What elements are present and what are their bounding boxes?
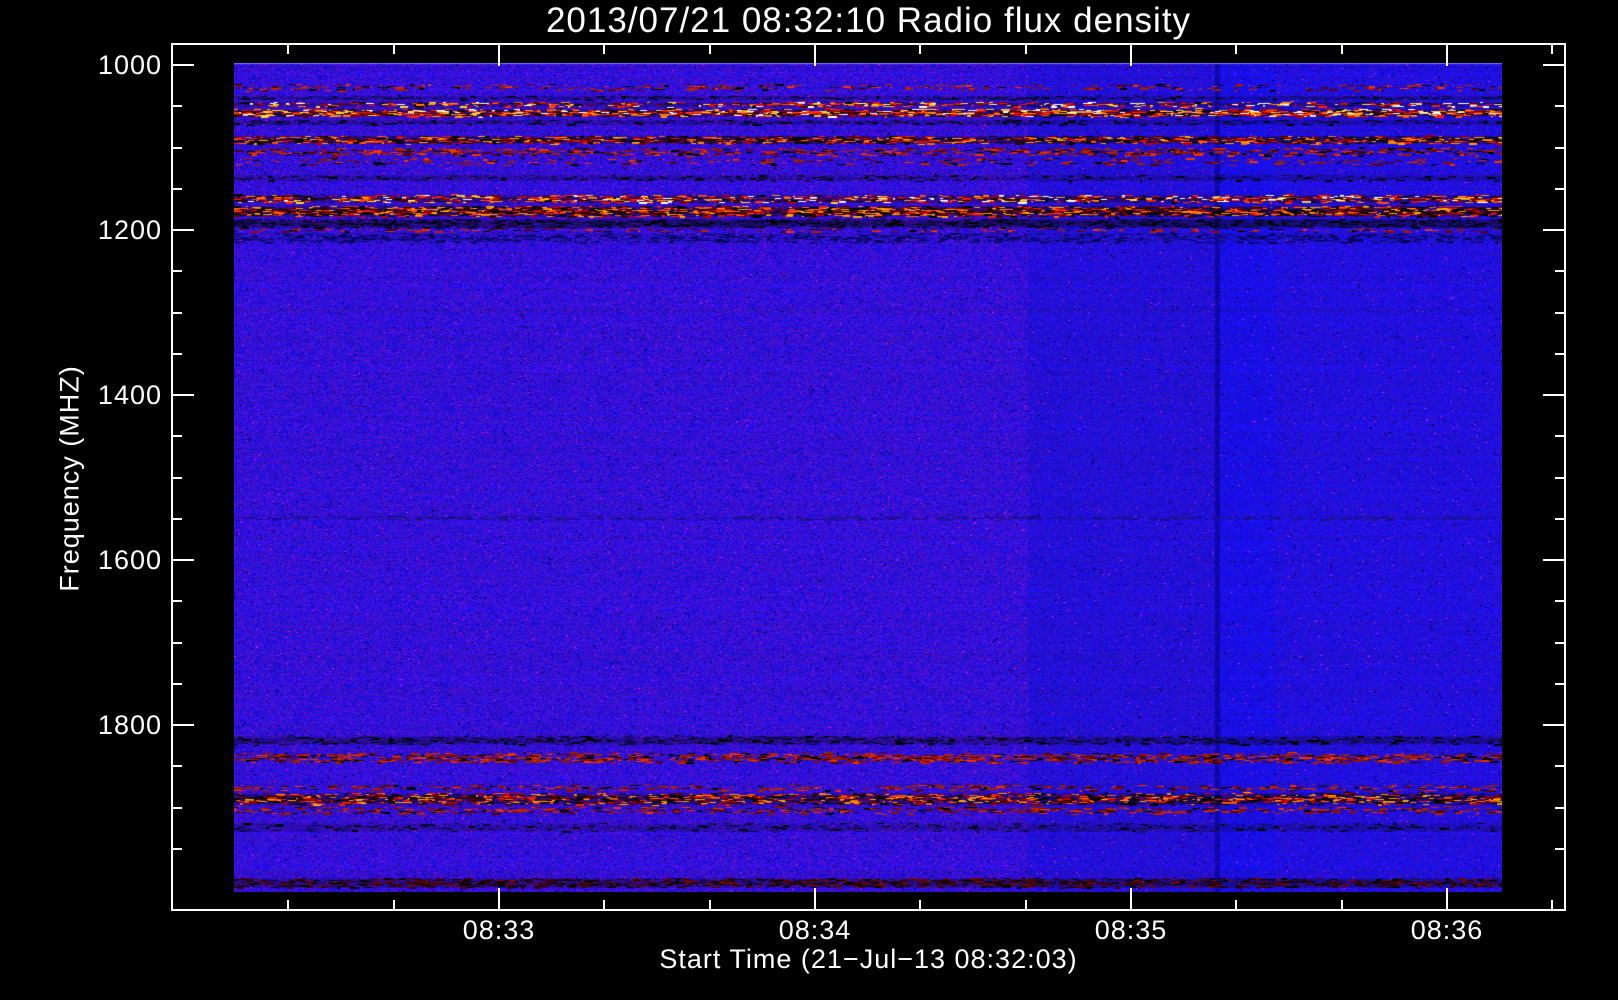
radio-spectrogram-figure: 2013/07/21 08:32:10 Radio flux density 0…	[0, 0, 1618, 1000]
y-minor-tick-right	[1555, 806, 1566, 809]
y-minor-tick	[171, 311, 182, 314]
y-major-tick	[171, 724, 194, 726]
x-minor-tick	[287, 900, 290, 911]
y-minor-tick-right	[1555, 270, 1566, 273]
x-minor-tick	[1024, 900, 1027, 911]
y-minor-tick-right	[1555, 847, 1566, 850]
x-major-tick	[814, 888, 816, 911]
y-minor-tick-right	[1555, 682, 1566, 685]
x-minor-tick	[1235, 900, 1238, 911]
y-minor-tick-right	[1555, 476, 1566, 479]
y-minor-tick-right	[1555, 311, 1566, 314]
x-tick-label: 08:34	[778, 915, 852, 945]
y-minor-tick	[171, 105, 182, 108]
y-tick-label: 1200	[97, 215, 162, 245]
y-minor-tick-right	[1555, 352, 1566, 355]
x-minor-tick	[919, 900, 922, 911]
x-minor-tick	[603, 900, 606, 911]
y-minor-tick	[171, 146, 182, 149]
y-major-tick	[171, 394, 194, 396]
y-major-tick-right	[1543, 229, 1566, 231]
y-major-tick-right	[1543, 64, 1566, 66]
x-tick-label: 08:35	[1094, 915, 1168, 945]
x-major-tick	[1130, 888, 1132, 911]
y-minor-tick-right	[1555, 105, 1566, 108]
y-tick-label: 1800	[97, 710, 162, 740]
y-major-tick	[171, 559, 194, 561]
y-minor-tick	[171, 806, 182, 809]
x-minor-tick-top	[1235, 43, 1238, 54]
x-major-tick-top	[814, 43, 816, 66]
y-minor-tick	[171, 187, 182, 190]
y-major-tick-right	[1543, 724, 1566, 726]
y-tick-label: 1000	[97, 50, 162, 80]
x-minor-tick-top	[1024, 43, 1027, 54]
x-major-tick-top	[498, 43, 500, 66]
x-minor-tick	[708, 900, 711, 911]
y-minor-tick-right	[1555, 765, 1566, 768]
y-major-tick-right	[1543, 394, 1566, 396]
y-minor-tick-right	[1555, 435, 1566, 438]
y-minor-tick	[171, 641, 182, 644]
x-major-tick-top	[1446, 43, 1448, 66]
y-axis-label: Frequency (MHZ)	[54, 365, 85, 592]
x-tick-label: 08:33	[462, 915, 536, 945]
y-minor-tick	[171, 435, 182, 438]
y-minor-tick	[171, 352, 182, 355]
x-minor-tick-top	[603, 43, 606, 54]
y-minor-tick-right	[1555, 146, 1566, 149]
y-minor-tick	[171, 517, 182, 520]
x-minor-tick-top	[1551, 43, 1554, 54]
chart-title: 2013/07/21 08:32:10 Radio flux density	[545, 1, 1192, 40]
x-minor-tick	[1340, 900, 1343, 911]
y-minor-tick-right	[1555, 187, 1566, 190]
y-minor-tick-right	[1555, 641, 1566, 644]
y-minor-tick	[171, 476, 182, 479]
x-major-tick	[498, 888, 500, 911]
y-minor-tick	[171, 765, 182, 768]
x-minor-tick	[1551, 900, 1554, 911]
x-major-tick	[1446, 888, 1448, 911]
y-minor-tick	[171, 600, 182, 603]
x-minor-tick-top	[287, 43, 290, 54]
x-minor-tick-top	[1340, 43, 1343, 54]
y-minor-tick	[171, 270, 182, 273]
y-minor-tick-right	[1555, 517, 1566, 520]
y-major-tick-right	[1543, 559, 1566, 561]
y-minor-tick	[171, 682, 182, 685]
y-minor-tick-right	[1555, 600, 1566, 603]
x-tick-label: 08:36	[1410, 915, 1484, 945]
y-major-tick	[171, 229, 194, 231]
spectrogram-image	[234, 63, 1502, 892]
x-minor-tick-top	[708, 43, 711, 54]
y-minor-tick	[171, 847, 182, 850]
x-axis-label: Start Time (21−Jul−13 08:32:03)	[659, 944, 1078, 974]
x-minor-tick-top	[919, 43, 922, 54]
x-minor-tick	[392, 900, 395, 911]
x-major-tick-top	[1130, 43, 1132, 66]
y-major-tick	[171, 64, 194, 66]
x-minor-tick-top	[392, 43, 395, 54]
